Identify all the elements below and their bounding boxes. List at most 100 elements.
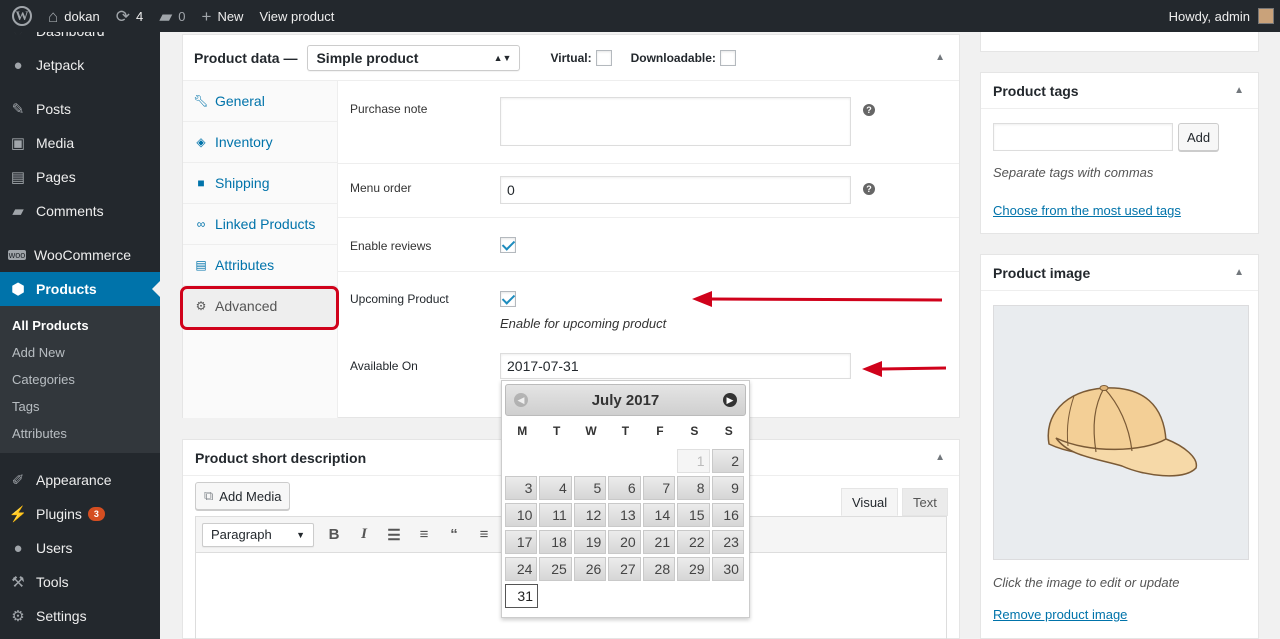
help-icon: ? [863,183,875,195]
menu-label: Pages [36,169,76,185]
new-content-link[interactable]: + New [194,0,252,32]
tab-visual[interactable]: Visual [841,488,899,516]
datepicker-day[interactable]: 3 [505,476,538,500]
tab-general[interactable]: 🔧︎ General [183,81,337,122]
menu-pages[interactable]: ▤ Pages [0,160,160,194]
submenu-attributes[interactable]: Attributes [0,420,160,447]
submenu-add-new[interactable]: Add New [0,339,160,366]
blockquote-icon[interactable]: “ [444,526,464,543]
datepicker-day[interactable]: 7 [642,476,676,500]
menu-settings[interactable]: ⚙ Settings [0,599,160,633]
tab-label: Attributes [215,257,275,273]
datepicker-day[interactable]: 21 [642,530,676,554]
tag-input[interactable] [993,123,1173,151]
format-select[interactable]: Paragraph ▼ [202,522,314,547]
datepicker-day[interactable]: 6 [608,476,641,500]
my-account-link[interactable]: Howdy, admin [1161,0,1280,32]
enable-reviews-checkbox[interactable] [500,237,516,253]
datepicker-day[interactable]: 13 [608,503,641,527]
menu-comments[interactable]: ▰ Comments [0,194,160,228]
datepicker-day[interactable]: 17 [505,530,538,554]
datepicker-day[interactable]: 10 [505,503,538,527]
available-on-input[interactable]: 2017-07-31 [500,353,851,379]
upcoming-product-checkbox[interactable] [500,291,516,307]
prev-arrow-icon[interactable]: ◀ [514,393,528,407]
tab-linked-products[interactable]: ∞ Linked Products [183,204,337,245]
updates-link[interactable]: ⟳ 4 [108,0,151,32]
datepicker-day[interactable]: 19 [573,530,607,554]
new-label: New [217,8,244,24]
tab-shipping[interactable]: ■ Shipping [183,163,337,204]
tab-attributes[interactable]: ▤ Attributes [183,245,337,286]
datepicker-day[interactable]: 4 [539,476,572,500]
datepicker-day[interactable]: 23 [711,530,744,554]
menu-users[interactable]: ● Users [0,531,160,565]
downloadable-checkbox[interactable] [719,49,736,66]
datepicker-week: 3456789 [505,476,746,503]
add-media-button[interactable]: ⧉ Add Media [195,482,291,510]
site-name-link[interactable]: ⌂ dokan [40,0,108,32]
datepicker-day[interactable]: 8 [677,476,710,500]
view-product-link[interactable]: View product [251,0,342,32]
menu-woocommerce[interactable]: woo WooCommerce [0,238,160,272]
purchase-note-textarea[interactable] [500,97,851,146]
datepicker-day[interactable]: 18 [539,530,572,554]
menu-order-input[interactable]: 0 [500,176,851,204]
menu-media[interactable]: ▣ Media [0,126,160,160]
menu-jetpack[interactable]: ● Jetpack [0,48,160,82]
datepicker-day[interactable]: 24 [505,557,538,581]
align-left-icon[interactable]: ≡ [474,526,494,543]
collapse-toggle-icon[interactable]: ▲ [1234,267,1244,278]
downloadable-checkbox-label: Downloadable: [631,49,736,66]
add-tag-button[interactable]: Add [1178,123,1220,151]
datepicker-day[interactable]: 9 [711,476,744,500]
bullet-list-icon[interactable]: ☰ [384,526,404,544]
collapse-toggle-icon[interactable]: ▲ [935,52,945,63]
datepicker-day[interactable]: 22 [677,530,710,554]
datepicker-day[interactable]: 12 [573,503,607,527]
woo-icon: woo [8,250,26,260]
datepicker-day[interactable]: 28 [642,557,676,581]
menu-tools[interactable]: ⚒ Tools [0,565,160,599]
datepicker-day[interactable]: 11 [539,503,572,527]
menu-products[interactable]: ⬢ Products [0,272,160,306]
menu-label: Plugins [36,506,82,522]
menu-posts[interactable]: ✎ Posts [0,92,160,126]
datepicker-day[interactable]: 30 [711,557,744,581]
datepicker-month-title: July 2017 [591,391,660,409]
datepicker-day[interactable]: 5 [573,476,607,500]
collapse-toggle-icon[interactable]: ▲ [1234,85,1244,96]
wordpress-logo-button[interactable]: W [0,0,40,32]
datepicker-day[interactable]: 31 [505,584,538,608]
submenu-all-products[interactable]: All Products [0,312,160,339]
menu-plugins[interactable]: ⚡ Plugins 3 [0,497,160,531]
list-icon: ▤ [195,258,207,272]
datepicker-day[interactable]: 16 [711,503,744,527]
product-image[interactable] [993,305,1249,560]
comments-link[interactable]: ▰ 0 [151,0,193,32]
help-icon: ? [863,104,875,116]
datepicker-day[interactable]: 27 [608,557,641,581]
datepicker-day[interactable]: 26 [573,557,607,581]
remove-product-image-link[interactable]: Remove product image [993,607,1127,622]
bold-icon[interactable]: B [324,526,344,543]
collapse-toggle-icon[interactable]: ▲ [935,452,945,463]
menu-appearance[interactable]: ✐ Appearance [0,463,160,497]
submenu-categories[interactable]: Categories [0,366,160,393]
most-used-tags-link[interactable]: Choose from the most used tags [993,203,1181,218]
virtual-checkbox[interactable] [595,49,612,66]
datepicker-day[interactable]: 25 [539,557,572,581]
tab-text[interactable]: Text [902,488,948,516]
datepicker-day[interactable]: 2 [711,449,745,473]
numbered-list-icon[interactable]: ≡ [414,526,434,543]
datepicker-day[interactable]: 29 [677,557,710,581]
product-type-select[interactable]: Simple product ▲▼ [307,44,521,71]
next-arrow-icon[interactable]: ▶ [723,393,737,407]
italic-icon[interactable]: I [354,526,374,543]
submenu-tags[interactable]: Tags [0,393,160,420]
datepicker-day[interactable]: 14 [642,503,676,527]
product-data-title: Product data — [194,49,298,66]
datepicker-day[interactable]: 15 [677,503,710,527]
datepicker-day[interactable]: 20 [608,530,641,554]
tab-inventory[interactable]: ◈ Inventory [183,122,337,163]
